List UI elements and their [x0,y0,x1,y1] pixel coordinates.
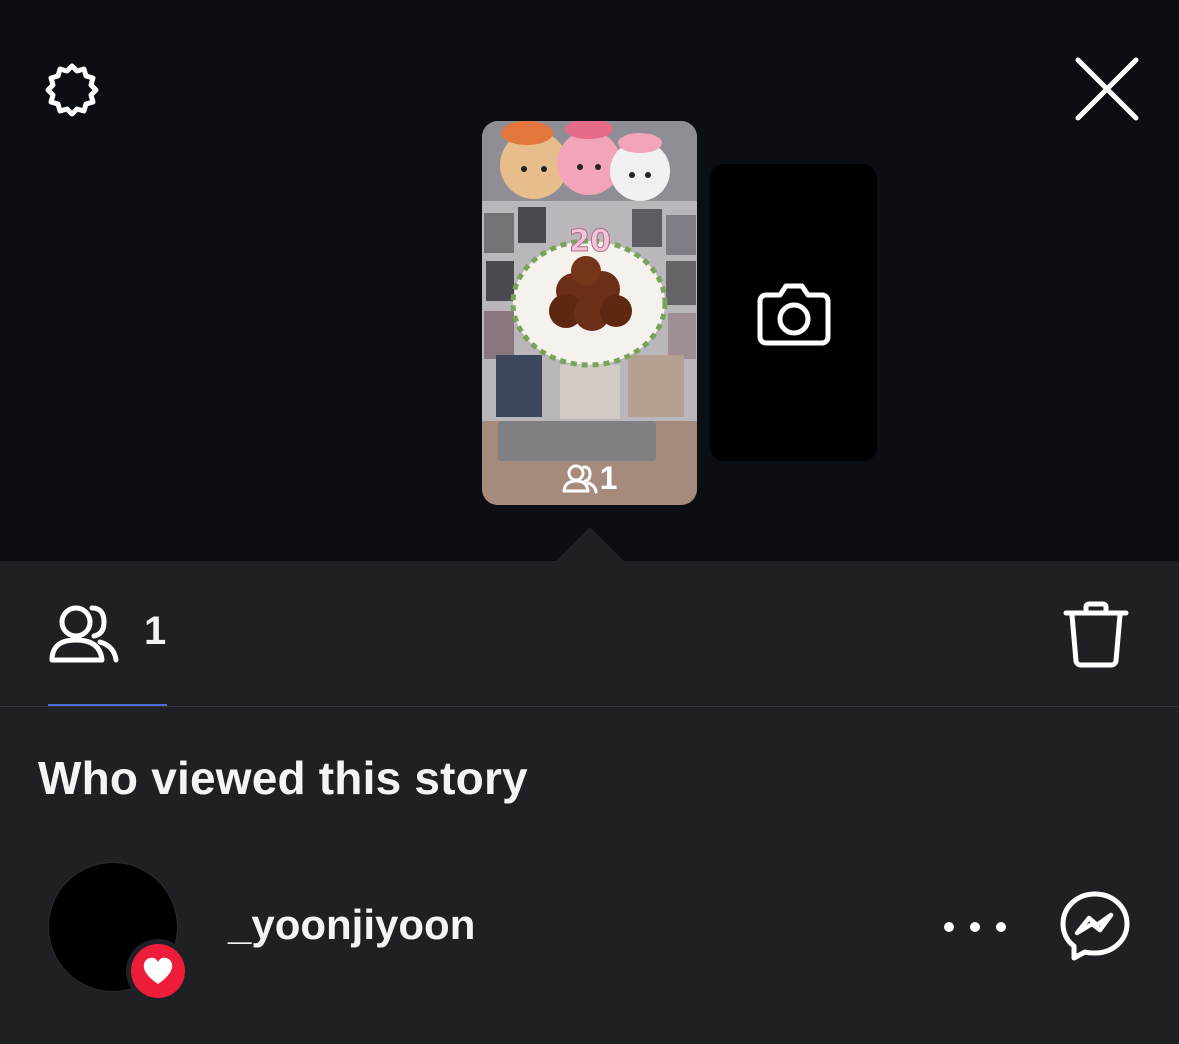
tab-bar: 1 [0,561,1179,707]
heart-icon [143,957,173,984]
add-story-button[interactable] [710,164,877,461]
viewer-username[interactable]: _yoonjiyoon [228,901,475,949]
section-title: Who viewed this story [38,752,528,804]
close-button[interactable] [1070,52,1144,126]
story-insights-panel: 1 Who viewed this story _yoonjiyoon [0,561,1179,1044]
viewers-icon [49,605,119,663]
story-viewer-count: 1 [482,460,697,497]
camera-icon [757,283,830,345]
story-thumbnail[interactable]: 20 1 [482,121,697,505]
selection-pointer [554,527,626,563]
viewers-icon [562,464,598,493]
more-icon [944,922,954,932]
delete-story-button[interactable] [1060,599,1132,671]
story-image: 20 [482,121,697,505]
tab-viewers[interactable]: 1 [48,597,168,705]
candle-number: 20 [569,224,611,259]
story-preview-area: 20 1 [0,0,1179,563]
trash-icon [1063,601,1129,668]
messenger-icon [1060,891,1130,961]
tab-active-indicator [48,704,167,706]
more-icon-dot [970,922,980,932]
settings-button[interactable] [34,54,110,130]
viewer-list-item[interactable]: _yoonjiyoon [0,859,1179,1003]
viewers-count: 1 [144,609,167,653]
more-options-button[interactable] [944,907,1006,947]
like-badge [126,939,190,1003]
more-icon-dot [996,922,1006,932]
message-button[interactable] [1058,889,1132,963]
gear-icon [45,63,99,117]
close-icon [1075,57,1139,121]
story-viewer-count-value: 1 [599,460,618,496]
